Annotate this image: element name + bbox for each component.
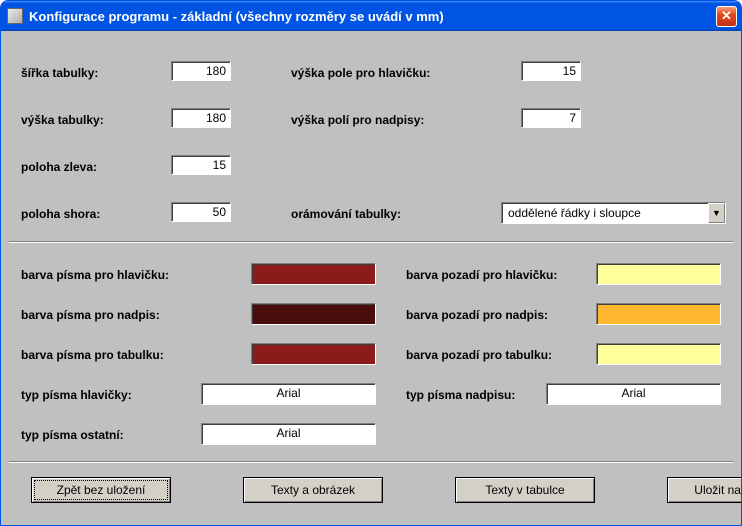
label-pozadi-hlavicku: barva pozadí pro hlavičku:: [406, 268, 557, 282]
label-vyska-poli-nadpisy: výška polí pro nadpisy:: [291, 113, 424, 127]
label-pismo-nadpis: barva písma pro nadpis:: [21, 308, 160, 322]
label-vyska-pole-hlavicku: výška pole pro hlavičku:: [291, 66, 430, 80]
dialog-body: šířka tabulky: 180 výška tabulky: 180 po…: [1, 31, 741, 525]
label-typ-hlavicky: typ písma hlavičky:: [21, 388, 132, 402]
label-typ-ostatni: typ písma ostatní:: [21, 428, 124, 442]
label-typ-nadpisu: typ písma nadpisu:: [406, 388, 515, 402]
texts-in-table-button[interactable]: Texty v tabulce: [455, 477, 595, 503]
field-typ-nadpisu[interactable]: Arial: [546, 383, 721, 405]
config-window: Konfigurace programu - základní (všechny…: [0, 0, 742, 526]
swatch-pozadi-tabulku[interactable]: [596, 343, 721, 365]
input-vyska-pole-hlavicku[interactable]: 15: [521, 61, 581, 81]
label-poloha-shora: poloha shora:: [21, 207, 100, 221]
window-title: Konfigurace programu - základní (všechny…: [29, 9, 716, 24]
texts-and-image-button[interactable]: Texty a obrázek: [243, 477, 383, 503]
label-pismo-hlavicku: barva písma pro hlavičku:: [21, 268, 169, 282]
swatch-pozadi-hlavicku[interactable]: [596, 263, 721, 285]
save-settings-button[interactable]: Uložit nastavení: [667, 477, 742, 503]
field-typ-hlavicky[interactable]: Arial: [201, 383, 376, 405]
field-typ-ostatni[interactable]: Arial: [201, 423, 376, 445]
select-oramovani-value: oddělené řádky i sloupce: [502, 203, 708, 223]
label-pozadi-nadpis: barva pozadí pro nadpis:: [406, 308, 548, 322]
chevron-down-icon[interactable]: ▼: [708, 203, 725, 223]
label-poloha-zleva: poloha zleva:: [21, 160, 97, 174]
close-icon[interactable]: ✕: [716, 6, 737, 27]
input-poloha-zleva[interactable]: 15: [171, 155, 231, 175]
titlebar: Konfigurace programu - základní (všechny…: [1, 1, 741, 31]
app-icon: [7, 8, 23, 24]
swatch-pozadi-nadpis[interactable]: [596, 303, 721, 325]
input-vyska-tabulky[interactable]: 180: [171, 108, 231, 128]
label-vyska-tabulky: výška tabulky:: [21, 113, 104, 127]
swatch-pismo-hlavicku[interactable]: [251, 263, 376, 285]
label-pozadi-tabulku: barva pozadí pro tabulku:: [406, 348, 552, 362]
input-poloha-shora[interactable]: 50: [171, 202, 231, 222]
back-button[interactable]: Zpět bez uložení: [31, 477, 171, 503]
label-pismo-tabulku: barva písma pro tabulku:: [21, 348, 164, 362]
swatch-pismo-nadpis[interactable]: [251, 303, 376, 325]
input-sirka-tabulky[interactable]: 180: [171, 61, 231, 81]
input-vyska-poli-nadpisy[interactable]: 7: [521, 108, 581, 128]
select-oramovani[interactable]: oddělené řádky i sloupce ▼: [501, 202, 726, 224]
label-oramovani: orámování tabulky:: [291, 207, 401, 221]
label-sirka-tabulky: šířka tabulky:: [21, 66, 98, 80]
swatch-pismo-tabulku[interactable]: [251, 343, 376, 365]
